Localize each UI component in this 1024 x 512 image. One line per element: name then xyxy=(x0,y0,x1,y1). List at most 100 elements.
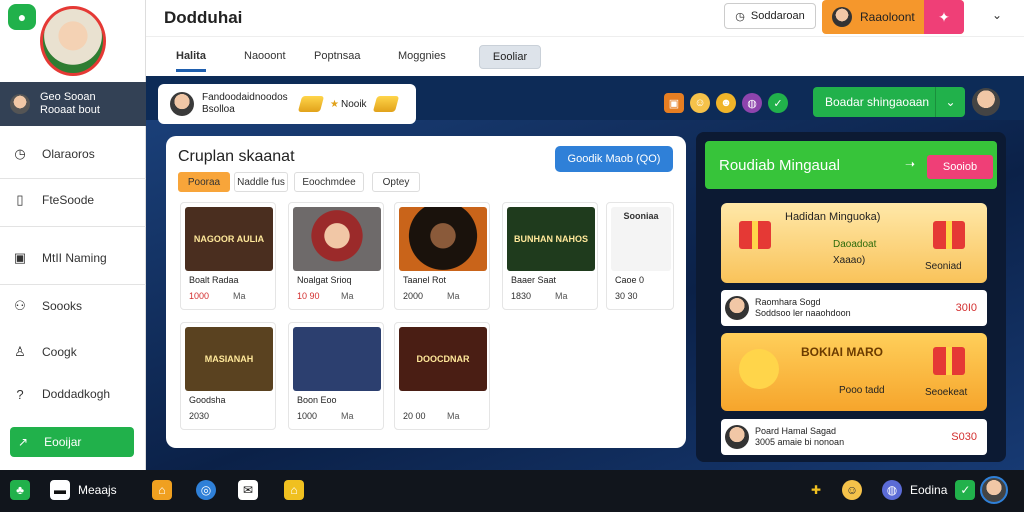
product-panel: Cruplan skaanat Goodik Maob (QO) Pooraa … xyxy=(166,136,686,448)
taskbar-item-messages[interactable]: ▬ Meaajs xyxy=(50,480,117,500)
card-unit: Ma xyxy=(341,411,354,421)
star-icon: ★ xyxy=(330,98,339,110)
promo-line: Daoadoat xyxy=(833,239,877,250)
gift-icon xyxy=(739,221,771,249)
divider xyxy=(0,178,146,179)
card-price: 1830 xyxy=(511,291,532,301)
product-card[interactable]: BUNHAN NAHOS Baaer Saat 1830 Ma xyxy=(502,202,598,310)
browser-icon[interactable]: ◎ xyxy=(196,480,216,500)
sidebar-item-label: MtII Naming xyxy=(42,250,107,265)
filter-chip[interactable]: Eoochmdee xyxy=(294,172,364,192)
sidebar-user[interactable]: Geo Sooan Rooaat bout xyxy=(0,82,146,126)
home-icon[interactable]: ⌂ xyxy=(284,480,304,500)
leaf-icon[interactable]: ✚ xyxy=(806,480,826,500)
tab-button[interactable]: Eooliar xyxy=(479,45,541,69)
filter-chip[interactable]: Pooraa xyxy=(178,172,230,192)
globe-icon[interactable]: ◍ xyxy=(742,93,762,113)
filter-chip[interactable]: Optey xyxy=(372,172,420,192)
gold-icon xyxy=(372,96,399,112)
info-bar: Fandoodaidnoodos Bsolloa ★ Nooik xyxy=(158,84,416,124)
filter-chip[interactable]: Naddle fus xyxy=(234,172,288,192)
user-avatar xyxy=(10,94,30,114)
sidebar-item-4[interactable]: ⚇ Soooks xyxy=(0,288,146,324)
chevron-down-icon[interactable]: ⌄ xyxy=(992,8,1002,22)
clock-icon: ◷ xyxy=(735,10,745,23)
store-icon[interactable]: ⌂ xyxy=(152,480,172,500)
tab-2[interactable]: Naooont xyxy=(244,50,286,62)
card-price: 1000 xyxy=(189,291,210,301)
chevron-down-icon[interactable]: ⌄ xyxy=(935,87,965,117)
reward-button[interactable]: Sooiob xyxy=(927,155,993,179)
user-name: Geo Sooan xyxy=(40,91,96,103)
card-thumbnail: BUNHAN NAHOS xyxy=(507,207,595,271)
smile-icon[interactable]: ☺ xyxy=(842,480,862,500)
card-price: 20 00 xyxy=(403,411,426,421)
picture-icon: ▣ xyxy=(13,250,27,265)
product-card[interactable]: MASIANAH Goodsha 2030 xyxy=(180,322,276,430)
card-price: 30 30 xyxy=(615,291,638,301)
promo-card[interactable]: BOKIAI MARO Pooo tadd Seoekeat xyxy=(721,333,987,411)
sidebar-item-label: FteSoode xyxy=(42,193,95,207)
sidebar-item-active[interactable]: ↗ Eooijar xyxy=(10,427,134,457)
phone-icon: ▯ xyxy=(16,192,24,207)
gift-icon xyxy=(933,221,965,249)
panel-title: Cruplan skaanat xyxy=(178,148,295,165)
clock-icon: ◷ xyxy=(14,146,26,161)
search-button[interactable]: ◷ Soddaroan xyxy=(724,3,816,29)
card-thumbnail xyxy=(293,327,381,391)
taskbar-item-status[interactable]: ◍ Eodina ✓ xyxy=(882,480,976,500)
product-card[interactable]: NAGOOR AULIA Boalt Radaa 1000 Ma xyxy=(180,202,276,310)
card-unit: Ma xyxy=(447,291,460,301)
avatar[interactable] xyxy=(972,88,1000,116)
row-title: Poard Hamal Sagad xyxy=(755,426,837,436)
divider xyxy=(0,226,146,227)
sidebar-item-3[interactable]: ▣ MtII Naming xyxy=(0,236,146,280)
help-icon: ? xyxy=(16,386,24,402)
arrow-right-icon: ➝ xyxy=(905,157,916,171)
chat-bubble-icon[interactable]: ● xyxy=(8,4,36,30)
promo-title: BOKIAI MARO xyxy=(801,345,883,359)
gift-icon[interactable]: ▣ xyxy=(664,93,684,113)
account-button[interactable]: Raaoloont ✦ xyxy=(822,0,964,34)
sidebar-item-5[interactable]: ♙ Coogk xyxy=(0,334,146,370)
card-name: Taanel Rot xyxy=(403,275,447,285)
sidebar-item-6[interactable]: ? Doddadkogh xyxy=(0,376,146,412)
share-icon[interactable]: ✦ xyxy=(924,0,964,34)
product-card[interactable]: Noalgat Srioq 10 90 Ma xyxy=(288,202,384,310)
reward-row[interactable]: Poard Hamal Sagad 3005 amaie bi nonoan S… xyxy=(721,419,987,455)
tab-bar: Halita Naooont Poptnsaa Moggnies Eooliar xyxy=(146,36,1024,76)
row-price: S030 xyxy=(951,431,977,443)
avatar xyxy=(832,7,852,27)
card-unit: Ma xyxy=(447,411,460,421)
reward-row[interactable]: Raomhara Sogd Soddsoo ler naaohdoon 30I0 xyxy=(721,290,987,326)
emoji-icon[interactable]: ☺ xyxy=(690,93,710,113)
tab-4[interactable]: Moggnies xyxy=(398,50,446,62)
card-price: 1000 xyxy=(297,411,318,421)
product-card[interactable]: Sooniaa Caoe 0 30 30 xyxy=(606,202,674,310)
mail-icon[interactable]: ✉ xyxy=(238,480,258,500)
tree-icon[interactable]: ♣ xyxy=(10,480,30,500)
sidebar-item-1[interactable]: ◷ Olaraoros xyxy=(0,136,146,172)
top-bar: Dodduhai ◷ Soddaroan Raaoloont ✦ ⌄ xyxy=(146,0,1024,36)
profile-avatar[interactable] xyxy=(40,6,106,76)
avatar[interactable] xyxy=(980,476,1008,504)
avatar xyxy=(170,92,194,116)
tab-1[interactable]: Halita xyxy=(176,50,206,72)
sidebar-item-2[interactable]: ▯ FteSoode xyxy=(0,182,146,218)
window-icon: ▬ xyxy=(50,480,70,500)
product-card[interactable]: Taanel Rot 2000 Ma xyxy=(394,202,490,310)
card-price: 2030 xyxy=(189,411,210,421)
smile-icon[interactable]: ☻ xyxy=(716,93,736,113)
tab-3[interactable]: Poptnsaa xyxy=(314,50,360,62)
product-card[interactable]: Boon Eoo 1000 Ma xyxy=(288,322,384,430)
promo-label: Pooo tadd xyxy=(839,385,885,396)
product-card[interactable]: DOOCDNAR 20 00 Ma xyxy=(394,322,490,430)
card-name: Caoe 0 xyxy=(615,275,645,285)
star-label: Nooik xyxy=(340,98,367,110)
promo-card[interactable]: Hadidan Minguoka) Daoadoat Xaaao) Seonia… xyxy=(721,203,987,283)
card-price: 10 90 xyxy=(297,291,320,301)
check-icon[interactable]: ✓ xyxy=(768,93,788,113)
app-title: Dodduhai xyxy=(164,8,243,27)
panel-action-button[interactable]: Goodik Maob (QO) xyxy=(555,146,673,172)
primary-action-button[interactable]: Boadar shingaoaan ⌄ xyxy=(813,87,965,117)
